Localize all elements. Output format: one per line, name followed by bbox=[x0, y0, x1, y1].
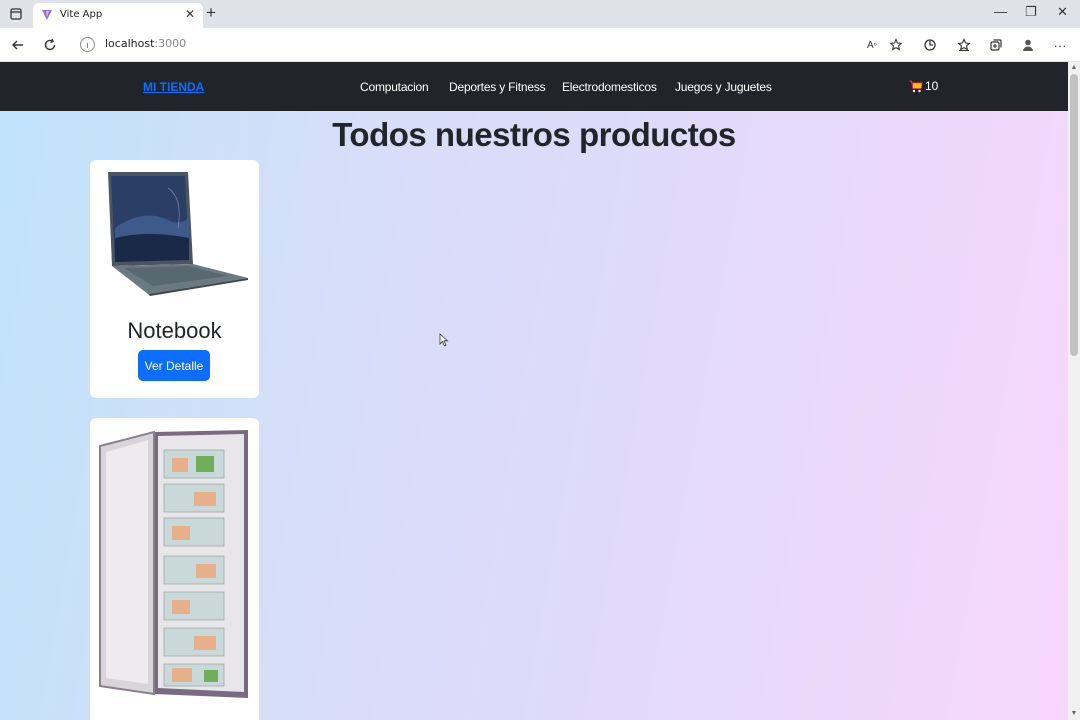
favorites-icon[interactable] bbox=[954, 35, 974, 55]
page-content: MI TIENDA Computacion Deportes y Fitness… bbox=[0, 62, 1068, 720]
nav-link-electrodomesticos[interactable]: Electrodomesticos bbox=[562, 80, 657, 94]
brand-link[interactable]: MI TIENDA bbox=[143, 80, 204, 94]
cart-count: 10 bbox=[925, 79, 939, 93]
add-favorite-icon[interactable] bbox=[886, 35, 906, 55]
vite-favicon-icon bbox=[42, 10, 52, 20]
url-port: :3000 bbox=[154, 37, 187, 50]
close-window-icon[interactable]: ✕ bbox=[1057, 4, 1068, 20]
tab-title: Vite App bbox=[60, 9, 103, 20]
navbar: MI TIENDA Computacion Deportes y Fitness… bbox=[0, 62, 1068, 111]
scroll-down-icon[interactable]: ▼ bbox=[1070, 710, 1078, 718]
page-scrollbar[interactable]: ▲ ▼ bbox=[1068, 62, 1080, 720]
minimize-icon[interactable]: — bbox=[994, 4, 1007, 19]
cart-icon bbox=[909, 80, 923, 92]
view-detail-button[interactable]: Ver Detalle bbox=[138, 350, 210, 381]
nav-link-juegos[interactable]: Juegos y Juguetes bbox=[675, 80, 772, 94]
read-aloud-icon[interactable]: A» bbox=[862, 35, 882, 55]
page-title: Todos nuestros productos bbox=[332, 116, 736, 153]
nav-link-deportes[interactable]: Deportes y Fitness bbox=[449, 80, 546, 94]
site-info-icon[interactable] bbox=[80, 37, 95, 52]
laptop-image bbox=[108, 172, 248, 296]
back-icon[interactable] bbox=[8, 35, 28, 55]
browser-tab-strip: Vite App ✕ + — ❐ ✕ bbox=[0, 0, 1080, 28]
profile-icon[interactable] bbox=[1018, 35, 1038, 55]
new-tab-icon[interactable]: + bbox=[206, 4, 216, 22]
url-host: localhost bbox=[105, 37, 155, 50]
scroll-thumb[interactable] bbox=[1070, 74, 1078, 356]
restore-icon[interactable]: ❐ bbox=[1025, 4, 1037, 20]
product-title: Notebook bbox=[127, 318, 222, 343]
address-bar[interactable]: localhost:3000 bbox=[105, 37, 186, 50]
nav-link-computacion[interactable]: Computacion bbox=[360, 80, 429, 94]
browser-toolbar: localhost:3000 A» ··· bbox=[0, 28, 1080, 62]
extensions-icon[interactable] bbox=[920, 35, 940, 55]
more-icon[interactable]: ··· bbox=[1050, 35, 1070, 55]
scroll-up-icon[interactable]: ▲ bbox=[1070, 64, 1078, 72]
tab-actions-icon[interactable] bbox=[8, 6, 24, 22]
collections-icon[interactable] bbox=[986, 35, 1006, 55]
tab-close-icon[interactable]: ✕ bbox=[185, 7, 195, 21]
browser-tab[interactable]: Vite App ✕ bbox=[33, 3, 203, 28]
cart-widget[interactable]: 10 bbox=[909, 79, 938, 93]
product-card bbox=[90, 418, 259, 720]
refrigerator-image bbox=[99, 430, 248, 698]
refresh-icon[interactable] bbox=[40, 35, 60, 55]
product-card: Notebook Ver Detalle bbox=[90, 160, 259, 398]
mouse-pointer-icon bbox=[439, 333, 449, 347]
